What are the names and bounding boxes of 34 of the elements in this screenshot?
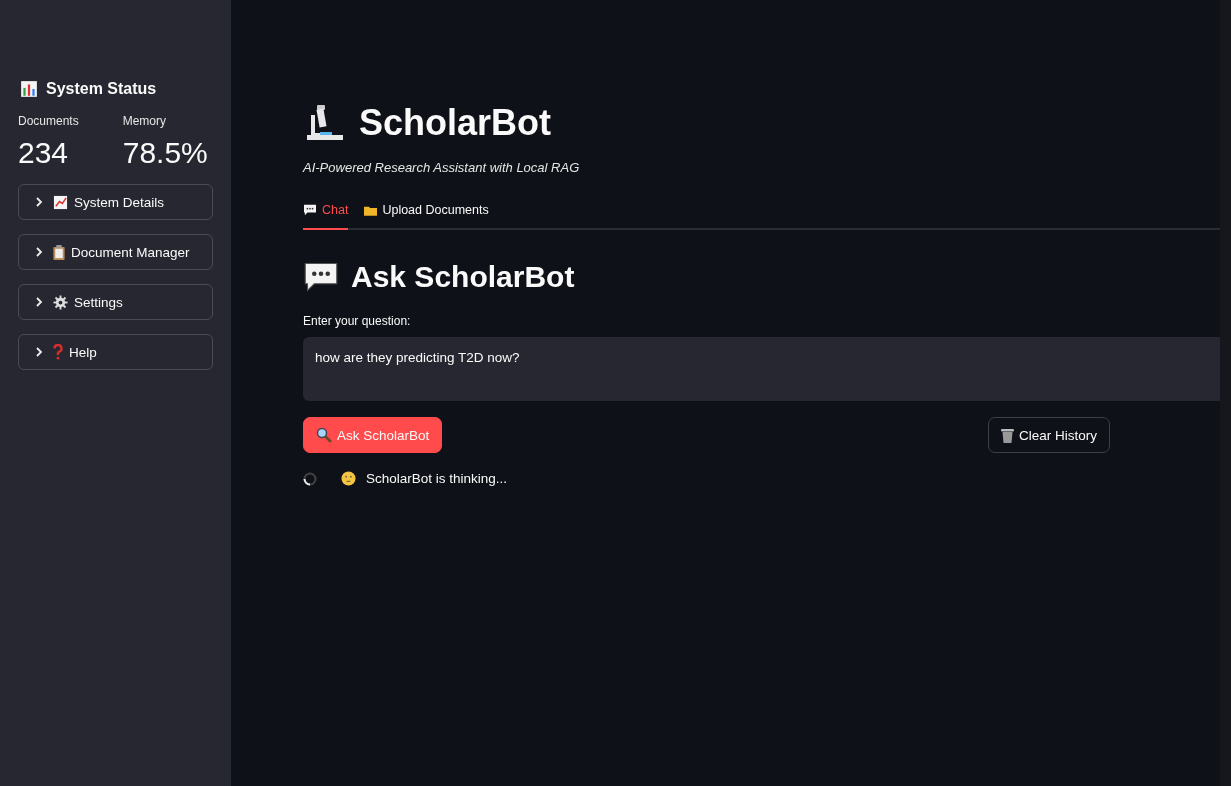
metric-label: Documents (18, 114, 79, 128)
bar-chart-icon (20, 80, 38, 98)
folder-icon (364, 204, 378, 216)
chevron-icon (35, 347, 43, 357)
trash-icon (1001, 427, 1014, 443)
chevron-icon (35, 247, 43, 257)
tab[interactable]: Upload Documents (364, 197, 489, 230)
field-label: Enter your question: (303, 314, 412, 328)
clipboard-icon (53, 244, 65, 260)
status-text: ScholarBot is thinking... (366, 471, 508, 486)
expander[interactable]: System Details (18, 184, 213, 220)
question-field[interactable]: how are they predicting T2D now? (303, 337, 1220, 401)
clear-history-button[interactable]: Clear History (988, 417, 1110, 453)
speech-bubble-icon (303, 260, 339, 294)
settings-icon (53, 294, 68, 310)
spinner-icon (303, 471, 317, 486)
speech-bubble-icon (303, 204, 317, 216)
thinking-face-icon (341, 471, 356, 486)
section-title: Ask ScholarBot (351, 260, 575, 294)
expander[interactable]: Document Manager (18, 234, 213, 270)
line-chart-icon (53, 194, 68, 210)
app-title: ScholarBot (359, 102, 552, 144)
search-icon (316, 427, 332, 443)
question-mark-icon (53, 344, 63, 360)
app-subtitle: AI-Powered Research Assistant with Local RAG (303, 160, 581, 175)
chevron-icon (35, 197, 43, 207)
sidebar-title: System Status (46, 80, 157, 98)
expander[interactable]: Help (18, 334, 213, 370)
tab[interactable]: Chat (303, 197, 349, 230)
chevron-icon (35, 297, 43, 307)
metric-label: Memory (122, 114, 168, 128)
metric-value: 78.5% (122, 136, 208, 170)
expander[interactable]: Settings (18, 284, 213, 320)
metric-value: 234 (18, 136, 70, 170)
